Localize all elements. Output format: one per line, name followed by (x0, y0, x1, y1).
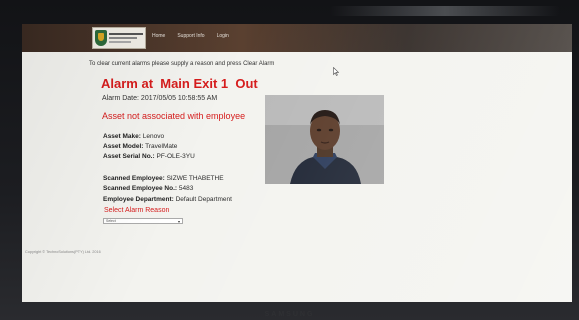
copyright-text: Copyright © TechnoSolutions(PTY) Ltd. 20… (25, 250, 101, 254)
monitor-brand-logo: SAMSUNG (264, 311, 315, 318)
employee-photo-image (265, 95, 384, 184)
alarm-reason-label: Select Alarm Reason (104, 207, 170, 214)
nav-home-link[interactable]: Home (152, 33, 165, 39)
asset-make-label: Asset Make: (103, 133, 141, 140)
alarm-date-value: 2017/05/05 10:58:55 AM (140, 95, 218, 102)
crest-icon (95, 30, 107, 46)
employee-dept-row: Employee Department: Default Department (103, 196, 232, 203)
instruction-text: To clear current alarms please supply a … (89, 61, 275, 67)
asset-model-label: Asset Model: (103, 143, 144, 150)
alarm-date-label: Alarm Date: (102, 95, 139, 102)
employee-name-value: SIZWE THABETHE (166, 175, 224, 182)
employee-name-row: Scanned Employee: SIZWE THABETHE (103, 175, 224, 182)
nav-support-info-link[interactable]: Support Info (177, 33, 204, 39)
government-logo (92, 27, 146, 49)
employee-number-label: Scanned Employee No.: (103, 185, 178, 192)
browser-screen: Home Support Info Login To clear current… (22, 24, 572, 302)
screen-glare (330, 6, 560, 16)
employee-dept-value: Default Department (175, 196, 232, 203)
alarm-reason-selected: Select (106, 219, 116, 223)
nav-login-link[interactable]: Login (217, 33, 229, 39)
logo-text-lines (109, 33, 143, 43)
chevron-down-icon: ▾ (177, 219, 180, 224)
mouse-cursor-icon (333, 67, 339, 76)
alarm-date: Alarm Date: 2017/05/05 10:58:55 AM (102, 95, 217, 102)
header-bar: Home Support Info Login (22, 24, 572, 52)
asset-model-row: Asset Model: TravelMate (103, 143, 177, 150)
employee-name-label: Scanned Employee: (103, 175, 165, 182)
employee-dept-label: Employee Department: (103, 196, 174, 203)
employee-number-value: 5483 (178, 185, 194, 192)
asset-serial-label: Asset Serial No.: (103, 153, 155, 160)
alarm-reason-select[interactable]: Select ▾ (103, 218, 183, 224)
asset-make-value: Lenovo (142, 133, 165, 140)
alarm-title: Alarm at Main Exit 1 Out (101, 76, 258, 91)
asset-serial-value: PF-OLE-3YU (156, 153, 195, 160)
asset-make-row: Asset Make: Lenovo (103, 133, 164, 140)
top-nav: Home Support Info Login (152, 33, 229, 39)
employee-photo (265, 95, 384, 184)
employee-number-row: Scanned Employee No.: 5483 (103, 185, 193, 192)
asset-serial-row: Asset Serial No.: PF-OLE-3YU (103, 153, 195, 160)
alarm-message: Asset not associated with employee (102, 111, 246, 121)
asset-model-value: TravelMate (145, 143, 178, 150)
